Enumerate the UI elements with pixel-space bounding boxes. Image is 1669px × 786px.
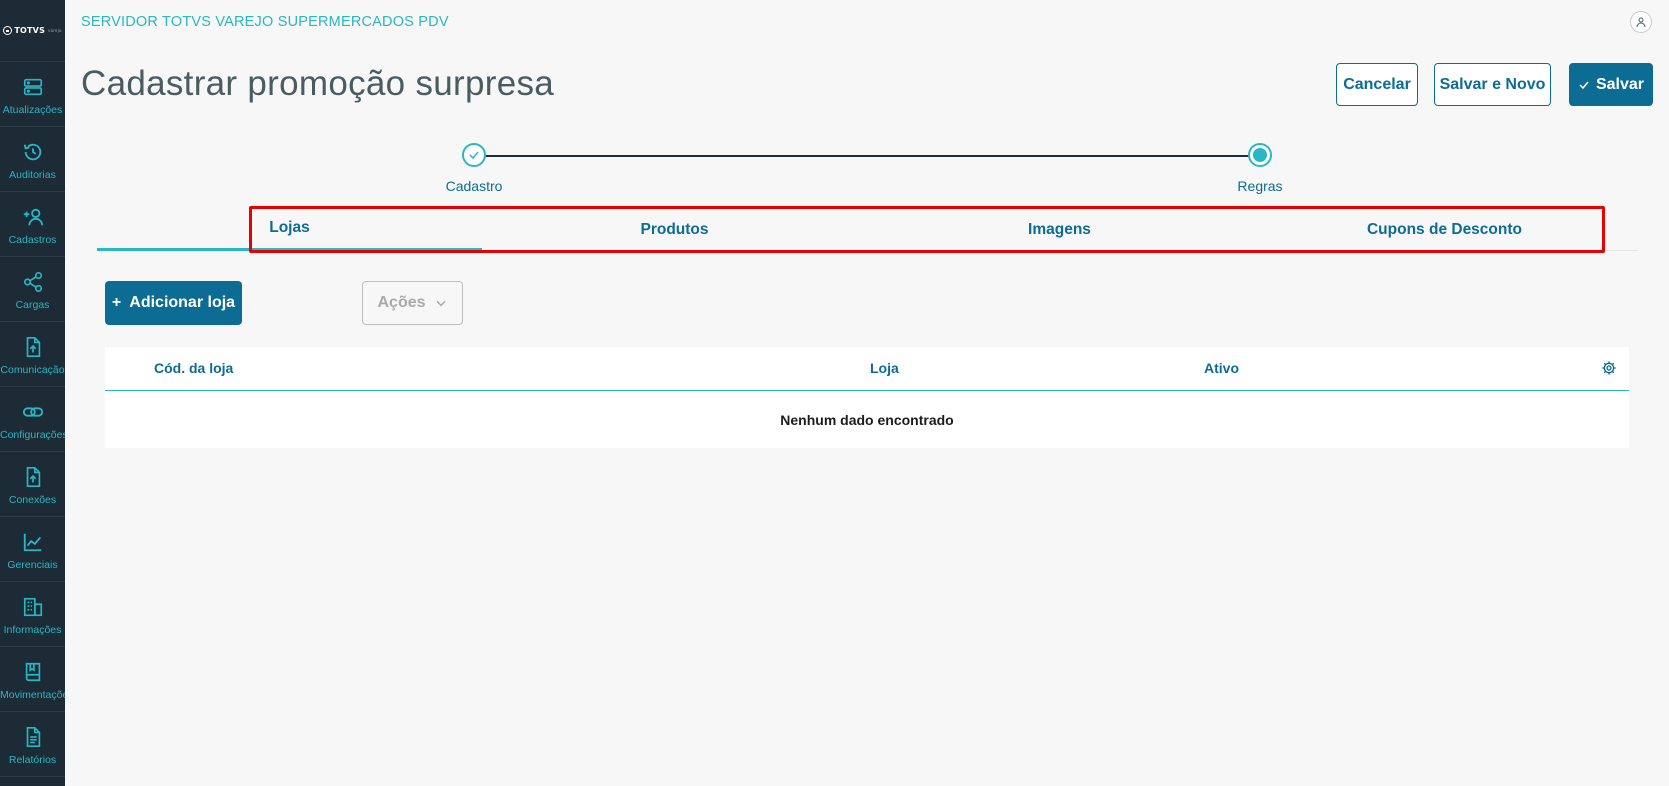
sidebar-item-label: Atualizações	[2, 104, 63, 116]
sidebar: TOTVS varejo Atualizações Auditorias Cad…	[0, 0, 65, 786]
save-and-new-button[interactable]: Salvar e Novo	[1434, 63, 1551, 106]
book-icon	[25, 662, 40, 682]
actions-label: Ações	[377, 294, 426, 311]
step-current-dot	[1253, 148, 1267, 162]
table-header: Cód. da loja Loja Ativo	[105, 347, 1629, 391]
main-content: SERVIDOR TOTVS VAREJO SUPERMERCADOS PDV …	[65, 0, 1669, 786]
logo-brand: TOTVS	[14, 26, 46, 35]
step-cadastro[interactable]	[462, 143, 486, 167]
sidebar-item-auditorias[interactable]: Auditorias	[0, 127, 65, 192]
plus-icon: +	[111, 294, 122, 311]
tab-cupons-de-desconto[interactable]: Cupons de Desconto	[1252, 208, 1637, 251]
sidebar-item-cargas[interactable]: Cargas	[0, 257, 65, 322]
tab-lojas[interactable]: Lojas	[97, 208, 482, 251]
tab-imagens[interactable]: Imagens	[867, 208, 1252, 251]
totvs-logo[interactable]: TOTVS varejo	[0, 0, 65, 62]
sidebar-item-label: Conexões	[8, 494, 57, 506]
logo-mark: TOTVS varejo	[3, 26, 61, 35]
sidebar-item-label: Informações	[3, 624, 62, 636]
history-icon	[23, 143, 41, 161]
sidebar-item-configuracoes[interactable]: Configurações	[0, 387, 65, 452]
logo-ring-icon	[3, 26, 13, 35]
column-header-ativo[interactable]: Ativo	[1204, 360, 1239, 376]
sidebar-item-comunicacao[interactable]: Comunicação	[0, 322, 65, 387]
stores-table: Cód. da loja Loja Ativo Nenhum dado enco…	[105, 347, 1629, 448]
step-label-cadastro: Cadastro	[445, 178, 503, 194]
sidebar-item-label: Configurações	[0, 429, 65, 441]
sidebar-item-label: Cargas	[15, 299, 50, 311]
add-user-icon	[23, 208, 43, 226]
actions-dropdown[interactable]: Ações	[362, 281, 463, 325]
sidebar-item-conexoes[interactable]: Conexões	[0, 452, 65, 517]
server-icon	[23, 78, 42, 96]
user-icon	[1636, 17, 1646, 28]
user-menu-button[interactable]	[1630, 11, 1652, 33]
tab-produtos[interactable]: Produtos	[482, 208, 867, 251]
stepper-line	[474, 155, 1261, 157]
add-store-label: Adicionar loja	[129, 294, 236, 311]
share-icon	[23, 272, 42, 292]
building-icon	[23, 597, 42, 617]
sidebar-item-movimentacoes[interactable]: Movimentações	[0, 647, 65, 712]
sidebar-item-label: Cadastros	[8, 234, 57, 246]
step-regras[interactable]	[1248, 143, 1272, 167]
document-icon	[26, 727, 40, 747]
link-icon	[22, 407, 43, 417]
app-title: SERVIDOR TOTVS VAREJO SUPERMERCADOS PDV	[81, 14, 449, 30]
sidebar-item-informacoes[interactable]: Informações	[0, 582, 65, 647]
file-upload-icon	[26, 337, 40, 357]
check-icon	[469, 151, 479, 160]
cancel-button[interactable]: Cancelar	[1336, 63, 1418, 106]
sidebar-item-cadastros[interactable]: Cadastros	[0, 192, 65, 257]
sidebar-item-label: Gerenciais	[7, 559, 58, 571]
sidebar-item-atualizacoes[interactable]: Atualizações	[0, 62, 65, 127]
column-header-cod-loja[interactable]: Cód. da loja	[154, 360, 233, 376]
sidebar-item-label: Movimentações	[0, 689, 65, 701]
sidebar-item-label: Comunicação	[0, 364, 65, 376]
page-title: Cadastrar promoção surpresa	[81, 64, 555, 103]
sidebar-item-gerenciais[interactable]: Gerenciais	[0, 517, 65, 582]
tab-bar: Lojas Produtos Imagens Cupons de Descont…	[97, 208, 1638, 251]
column-header-loja[interactable]: Loja	[870, 360, 899, 376]
chart-icon	[23, 533, 41, 552]
chevron-down-icon	[435, 300, 446, 307]
sidebar-item-relatorios[interactable]: Relatórios	[0, 712, 65, 777]
gear-icon[interactable]	[1601, 360, 1617, 376]
add-store-button[interactable]: + Adicionar loja	[105, 281, 242, 325]
save-button-label: Salvar	[1595, 75, 1645, 93]
save-button[interactable]: Salvar	[1569, 63, 1653, 106]
file-upload-icon	[26, 467, 40, 487]
logo-sub: varejo	[48, 28, 62, 33]
check-icon	[1579, 81, 1589, 89]
sidebar-item-label: Relatórios	[8, 754, 57, 766]
empty-message: Nenhum dado encontrado	[780, 411, 954, 428]
sidebar-item-label: Auditorias	[9, 169, 56, 181]
step-label-regras: Regras	[1237, 178, 1283, 194]
